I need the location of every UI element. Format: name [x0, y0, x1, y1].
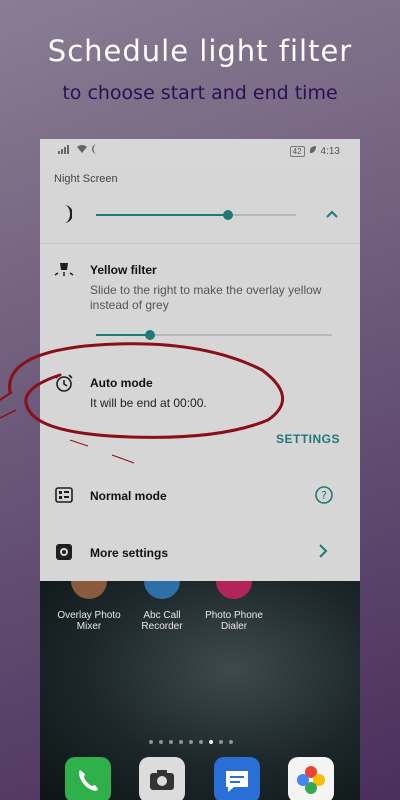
app-label: Photo Phone Dialer: [205, 610, 263, 632]
app-icon-abc-call-recorder[interactable]: [144, 581, 180, 599]
yellow-filter-title: Yellow filter: [90, 263, 157, 277]
page-dot: [209, 740, 213, 744]
moon-small-icon: [92, 144, 100, 157]
divider: [40, 243, 360, 244]
status-icons-right: 42 4:13: [289, 145, 340, 157]
night-screen-panel: Night Screen Yellow filter Slide to the …: [40, 163, 360, 581]
page-dot: [199, 740, 203, 744]
page-indicator: [149, 740, 233, 744]
lamp-icon: [54, 261, 74, 281]
clock-time: 4:13: [320, 145, 340, 157]
promo-title: Schedule light filter: [47, 34, 353, 68]
phone-icon[interactable]: [65, 757, 111, 800]
page-dot: [149, 740, 153, 744]
app-name: Night Screen: [54, 173, 118, 185]
more-settings-title[interactable]: More settings: [90, 546, 168, 560]
status-icons-left: [58, 144, 100, 157]
home-screen: Overlay Photo Mixer Abc Call Recorder Ph…: [40, 581, 360, 800]
battery-icon: 42: [289, 145, 305, 157]
promo-subtitle: to choose start and end time: [62, 82, 338, 104]
app-label: Overlay Photo Mixer: [57, 610, 121, 632]
settings-button[interactable]: SETTINGS: [276, 432, 340, 446]
gallery-icon[interactable]: [288, 757, 334, 800]
app-icon-overlay-photo-mixer[interactable]: [71, 581, 107, 599]
auto-mode-title[interactable]: Auto mode: [90, 376, 153, 390]
leaf-icon: [309, 145, 317, 157]
page-dot: [159, 740, 163, 744]
yellow-filter-description: Slide to the right to make the overlay y…: [90, 283, 322, 312]
moon-icon: [58, 205, 73, 228]
page-dot: [189, 740, 193, 744]
app-icon-photo-phone-dialer[interactable]: [216, 581, 252, 599]
app-label: Abc Call Recorder: [141, 610, 183, 632]
help-icon[interactable]: ?: [314, 485, 334, 505]
intensity-slider-thumb[interactable]: [223, 210, 233, 220]
messages-icon[interactable]: [214, 757, 260, 800]
page-dot: [169, 740, 173, 744]
page-dot: [179, 740, 183, 744]
auto-mode-description: It will be end at 00:00.: [90, 396, 207, 410]
normal-mode-title[interactable]: Normal mode: [90, 489, 167, 503]
phone-screen: 42 4:13 Night Screen Yellow filter Slide…: [40, 139, 360, 800]
chevron-right-icon[interactable]: [318, 544, 338, 564]
page-dot: [229, 740, 233, 744]
display-mode-icon: [54, 485, 74, 505]
gear-icon: [54, 542, 74, 562]
wifi-icon: [76, 144, 88, 157]
chevron-up-icon[interactable]: [326, 205, 338, 223]
status-bar: 42 4:13: [40, 139, 360, 163]
page-dot: [219, 740, 223, 744]
camera-icon[interactable]: [139, 757, 185, 800]
svg-text:?: ?: [321, 489, 327, 502]
yellow-filter-slider-thumb[interactable]: [145, 330, 155, 340]
alarm-clock-icon: [54, 373, 74, 393]
signal-icon: [58, 144, 72, 157]
